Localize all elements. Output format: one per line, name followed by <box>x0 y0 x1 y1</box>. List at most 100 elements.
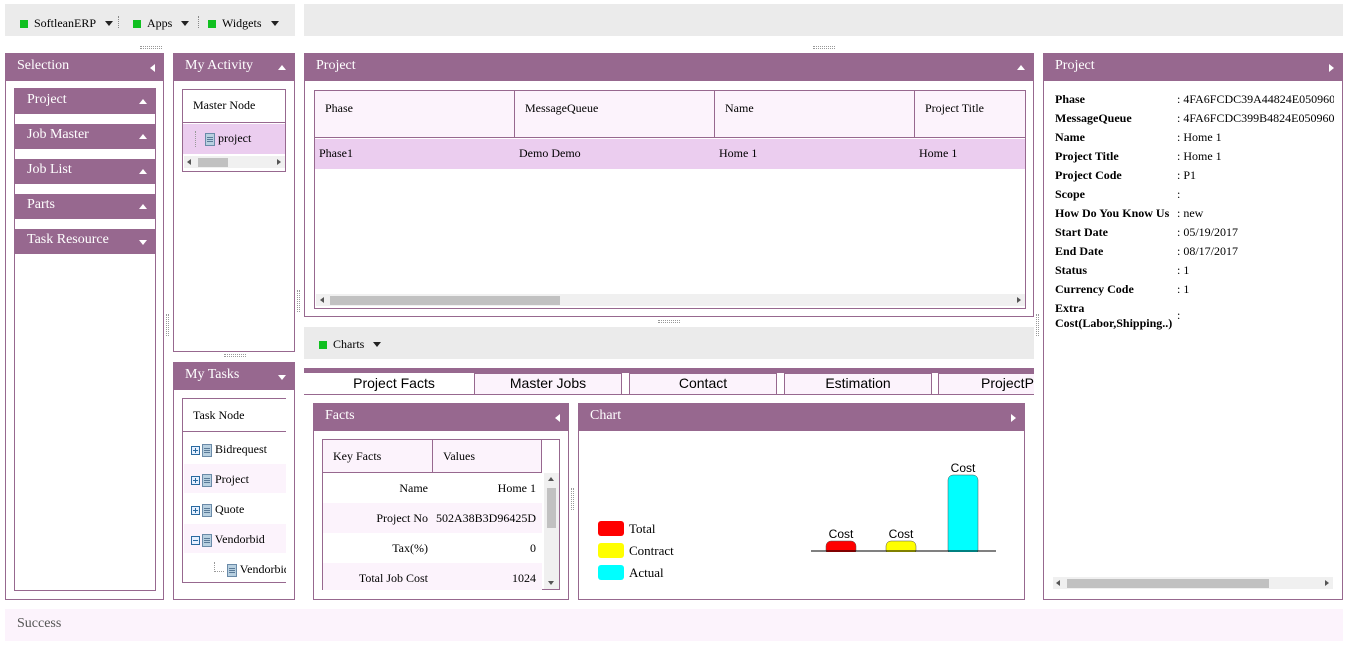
vertical-scrollbar[interactable] <box>544 473 559 589</box>
table-row[interactable]: Tax(%) 0 <box>323 533 542 563</box>
column-header-key-facts[interactable]: Key Facts <box>323 440 433 472</box>
tree-node-vendorbid-child[interactable]: Vendorbid <box>184 554 286 582</box>
splitter-grip[interactable] <box>140 46 162 49</box>
scroll-right-icon[interactable] <box>1325 580 1329 586</box>
tree-node-bidrequest[interactable]: Bidrequest <box>184 434 286 463</box>
menu-charts[interactable]: Charts <box>319 337 382 352</box>
table-row[interactable]: Phase1 Demo Demo Home 1 Home 1 <box>315 139 1025 169</box>
splitter-grip[interactable] <box>1036 314 1039 336</box>
table-row[interactable]: Project No 502A38B3D96425D5 <box>323 503 542 533</box>
project-grid-panel: Project Phase MessageQueue Name Project … <box>304 53 1034 317</box>
legend-label-contract: Contract <box>629 543 674 558</box>
status-text: Success <box>17 616 62 631</box>
scroll-up-icon[interactable] <box>548 477 554 481</box>
chevron-down-icon[interactable] <box>278 375 286 380</box>
scroll-thumb[interactable] <box>330 296 560 305</box>
cell-project-title: Home 1 <box>919 146 958 160</box>
splitter-grip[interactable] <box>297 290 300 312</box>
chevron-down-icon <box>139 240 147 245</box>
bar-actual <box>947 474 979 556</box>
fact-key: Tax(%) <box>392 541 428 555</box>
horizontal-scrollbar[interactable] <box>184 156 285 168</box>
scroll-thumb[interactable] <box>198 158 228 167</box>
horizontal-scrollbar[interactable] <box>1053 577 1333 589</box>
cell-phase: Phase1 <box>319 146 353 160</box>
splitter-grip[interactable] <box>224 354 246 357</box>
tree-node-label: project <box>218 131 252 145</box>
menu-widgets[interactable]: Widgets <box>208 16 279 31</box>
column-header-phase[interactable]: Phase <box>315 91 515 137</box>
accordion-parts[interactable]: Parts <box>14 194 155 219</box>
table-row[interactable]: Total Job Cost 1024 <box>323 563 542 590</box>
menu-softleanerp[interactable]: SoftleanERP <box>20 16 113 31</box>
accordion-project-label: Project <box>27 92 67 107</box>
scroll-thumb[interactable] <box>547 488 556 528</box>
chevron-up-icon[interactable] <box>1017 65 1025 70</box>
splitter-grip[interactable] <box>813 46 835 49</box>
tree-node-project[interactable]: project <box>183 124 285 154</box>
fact-key: Total Job Cost <box>358 571 428 585</box>
table-row[interactable]: Name Home 1 <box>323 473 542 503</box>
tree-node-vendorbid[interactable]: Vendorbid <box>184 524 286 553</box>
tab-contact[interactable]: Contact <box>629 373 777 394</box>
field-label-currency-code: Currency Code <box>1055 282 1134 296</box>
field-label-extra-cost: Extra Cost(Labor,Shipping..) <box>1055 301 1173 330</box>
accordion-task-resource[interactable]: Task Resource <box>14 229 155 254</box>
expand-right-icon[interactable] <box>1329 64 1334 72</box>
field-label-end-date: End Date <box>1055 244 1104 258</box>
chevron-up-icon <box>139 99 147 104</box>
collapse-icon[interactable] <box>191 535 200 545</box>
accordion-job-list[interactable]: Job List <box>14 159 155 184</box>
scroll-down-icon[interactable] <box>548 581 554 585</box>
tab-projectplan[interactable]: ProjectPl <box>938 373 1034 394</box>
column-header-project-title[interactable]: Project Title <box>915 91 1025 137</box>
accordion-project[interactable]: Project <box>14 89 155 114</box>
scroll-right-icon[interactable] <box>1017 297 1021 303</box>
splitter-grip[interactable] <box>166 314 169 336</box>
document-icon <box>202 533 212 547</box>
splitter-grip[interactable] <box>571 488 574 510</box>
menu-divider <box>118 16 119 28</box>
tab-estimation[interactable]: Estimation <box>784 373 932 394</box>
accordion-job-master[interactable]: Job Master <box>14 124 155 149</box>
menu-apps[interactable]: Apps <box>133 16 190 31</box>
fact-value: 502A38B3D96425D5 <box>436 511 536 525</box>
legend-swatch-actual <box>598 565 624 580</box>
tree-node-quote[interactable]: Quote <box>184 494 286 523</box>
column-header-name[interactable]: Name <box>715 91 915 137</box>
expand-right-icon[interactable] <box>1011 414 1016 422</box>
column-header-messagequeue[interactable]: MessageQueue <box>515 91 715 137</box>
chevron-up-icon[interactable] <box>278 65 286 70</box>
tab-project-facts[interactable]: Project Facts <box>319 373 469 394</box>
field-value-name: : Home 1 <box>1177 130 1222 144</box>
collapse-left-icon[interactable] <box>150 64 155 72</box>
splitter-grip[interactable] <box>658 320 680 323</box>
project-detail-header: Project <box>1044 54 1342 81</box>
field-value-project-code: : P1 <box>1177 168 1197 182</box>
cell-messagequeue: Demo Demo <box>519 146 581 160</box>
tree-header: Master Node <box>183 90 285 123</box>
field-label-status: Status <box>1055 263 1088 277</box>
field-label-how-do-you-know-us: How Do You Know Us <box>1055 206 1170 220</box>
collapse-left-icon[interactable] <box>555 414 560 422</box>
scroll-right-icon[interactable] <box>277 159 281 165</box>
field-label-name: Name <box>1055 130 1085 144</box>
tree-line <box>195 131 205 148</box>
scroll-left-icon[interactable] <box>187 159 191 165</box>
expand-icon[interactable] <box>191 445 200 455</box>
tree-node-project[interactable]: Project <box>184 464 286 493</box>
horizontal-scrollbar[interactable] <box>316 294 1025 306</box>
tasks-tree: Task Node Bidrequest Project Quote Vendo… <box>182 398 286 583</box>
status-bar: Success <box>5 609 1343 641</box>
expand-icon[interactable] <box>191 505 200 515</box>
expand-icon[interactable] <box>191 475 200 485</box>
my-tasks-panel: My Tasks Task Node Bidrequest Project Qu… <box>173 362 295 600</box>
scroll-left-icon[interactable] <box>1056 580 1060 586</box>
column-header-values[interactable]: Values <box>433 440 542 472</box>
tab-master-jobs[interactable]: Master Jobs <box>474 373 622 394</box>
field-label-phase: Phase <box>1055 92 1085 106</box>
scroll-thumb[interactable] <box>1067 579 1269 588</box>
project-grid-title: Project <box>316 58 356 73</box>
scroll-left-icon[interactable] <box>320 297 324 303</box>
my-activity-header: My Activity <box>174 54 294 81</box>
